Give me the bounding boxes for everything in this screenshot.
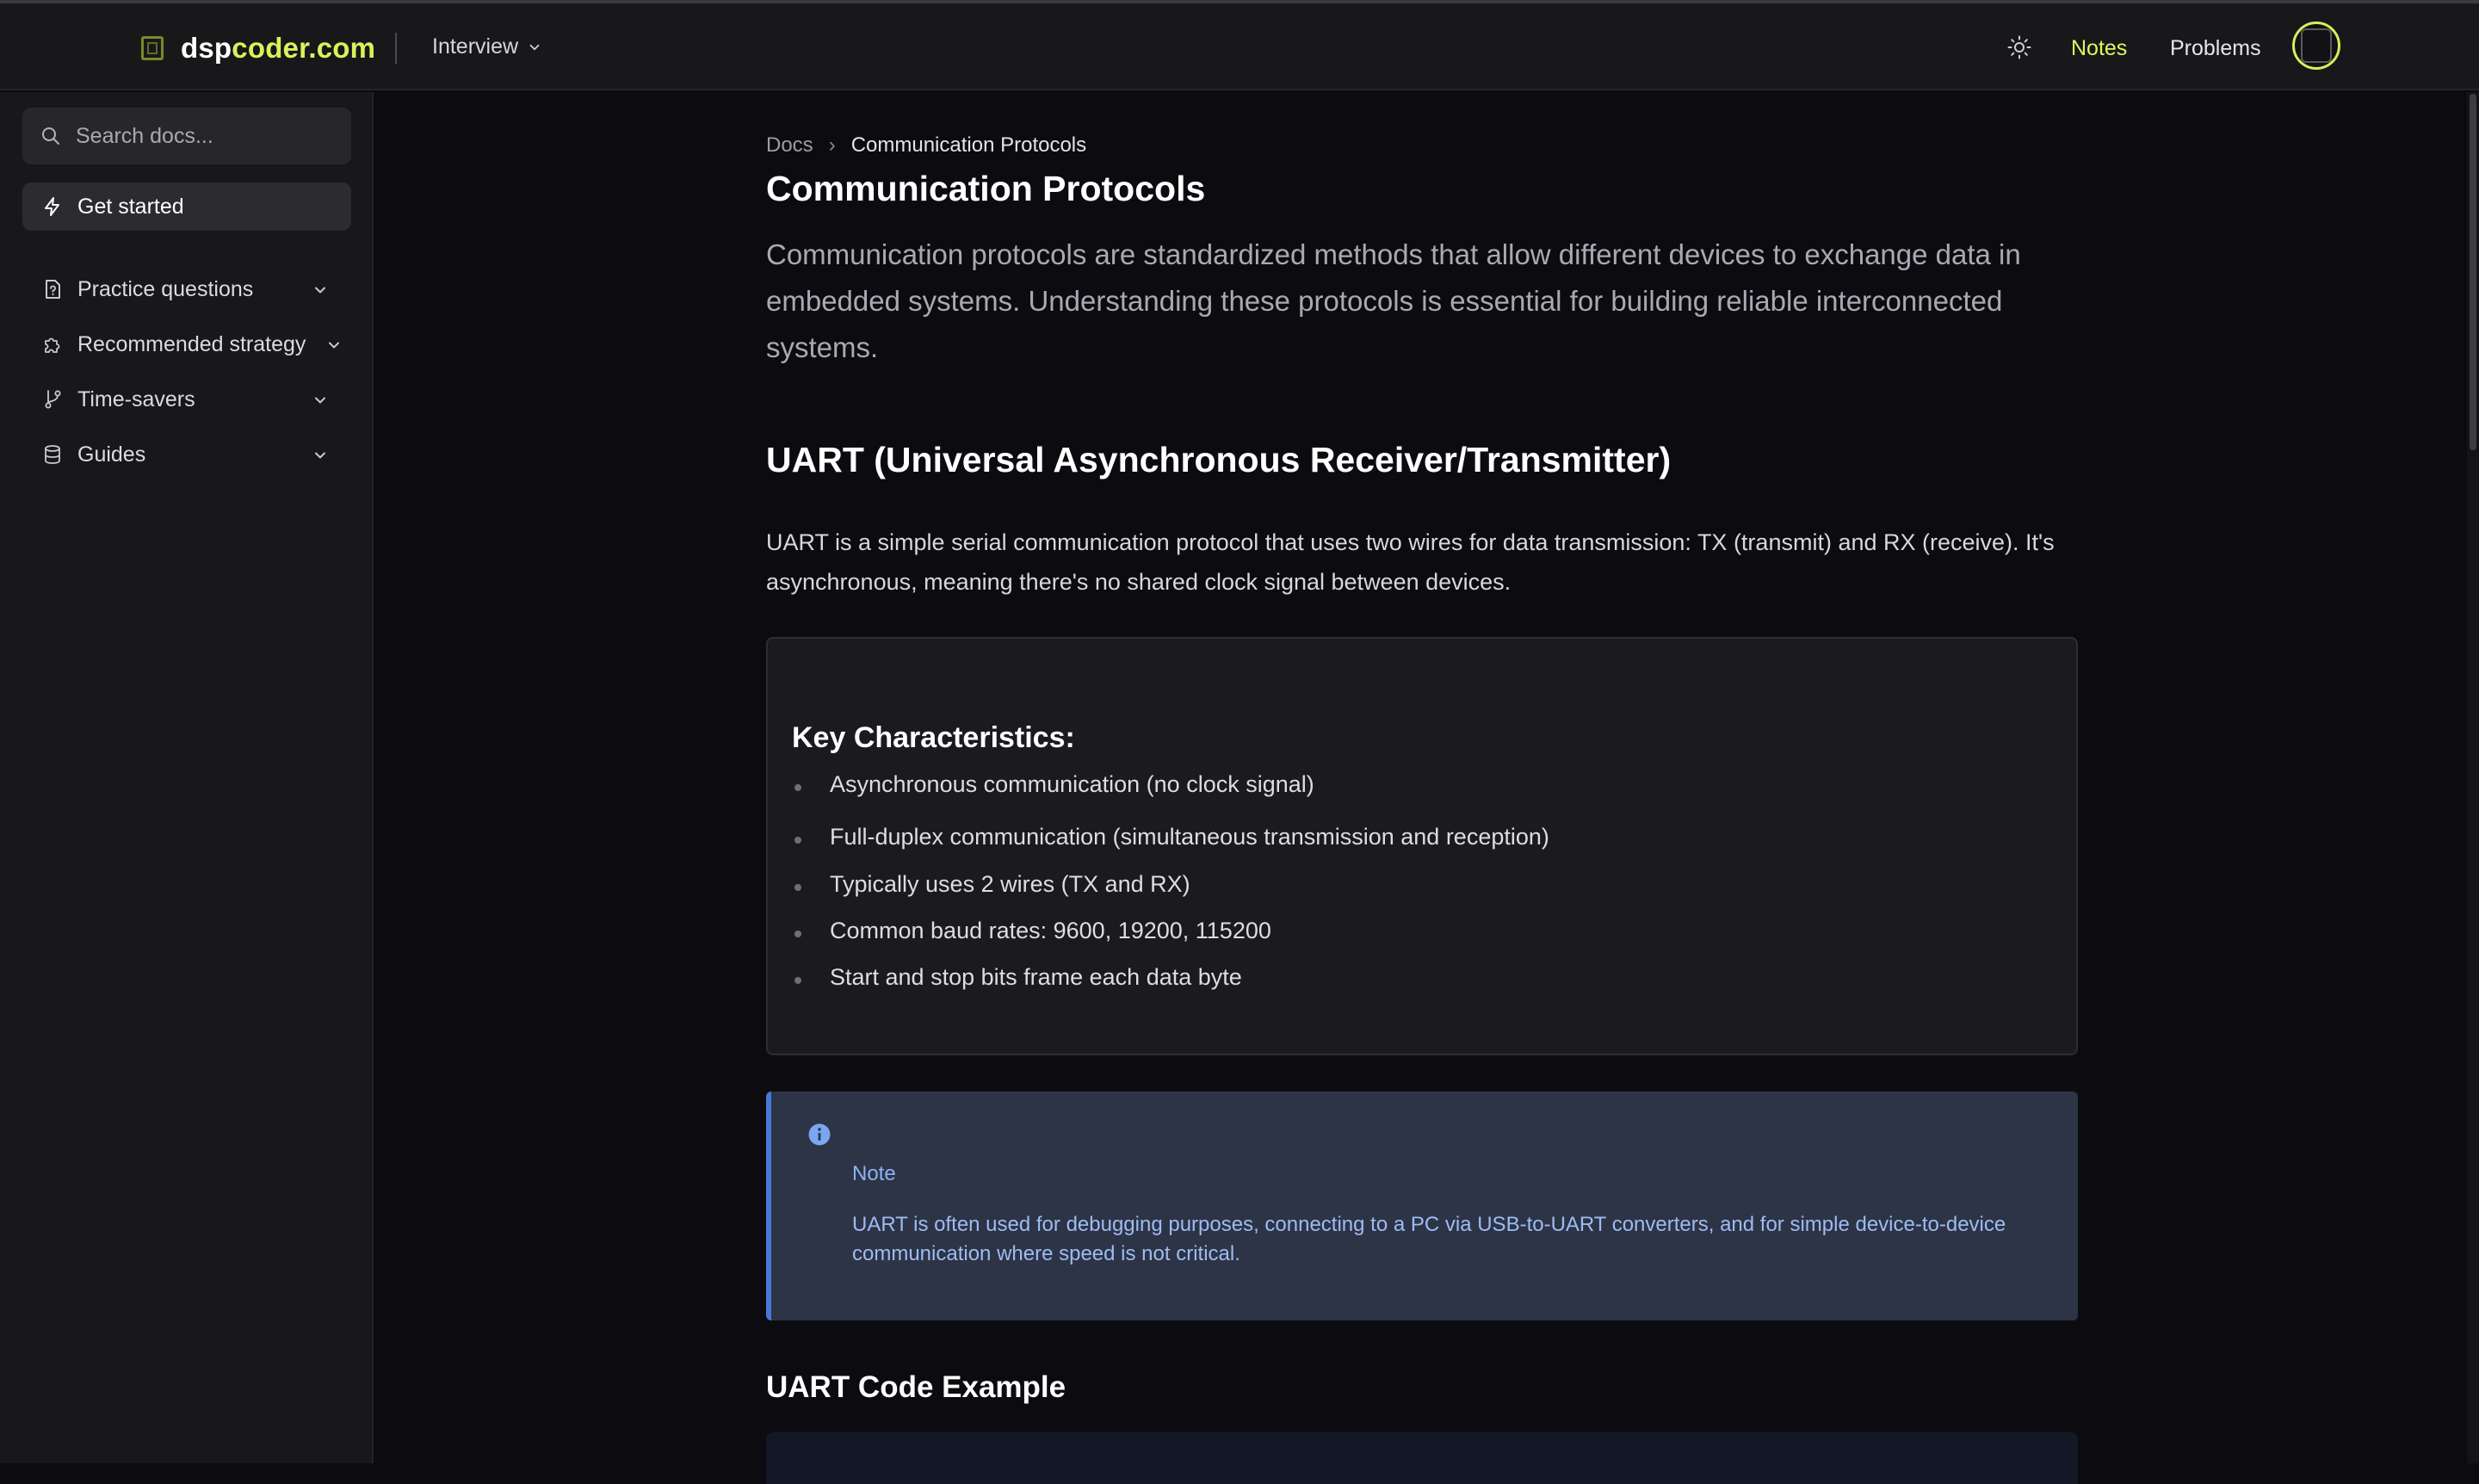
sidebar-item-get-started[interactable]: Get started <box>22 182 351 231</box>
interview-dropdown[interactable]: Interview <box>432 34 542 59</box>
chevron-down-icon <box>529 44 540 50</box>
user-avatar[interactable] <box>2292 22 2340 70</box>
logo-text-coder: coder.com <box>232 32 376 64</box>
lead-paragraph: Communication protocols are standardized… <box>766 238 2021 363</box>
search-box[interactable] <box>22 108 351 164</box>
uart-code-example-heading: UART Code Example <box>766 1370 1066 1404</box>
interview-label: Interview <box>432 34 519 59</box>
header-divider <box>395 33 397 64</box>
list-item: Full-duplex communication (simultaneous … <box>792 824 1549 850</box>
page-title: Communication Protocols <box>766 169 1206 208</box>
top-header: dspcoder.com Interview Notes Problems <box>0 3 2479 90</box>
sidebar: Get started Practice questions Recommend… <box>0 92 374 1463</box>
list-item: Typically uses 2 wires (TX and RX) <box>792 871 1190 898</box>
search-input[interactable] <box>76 123 334 149</box>
sidebar-item-guides[interactable]: Guides <box>22 430 351 479</box>
scrollbar-thumb[interactable] <box>2470 94 2476 450</box>
sidebar-item-label: Guides <box>77 442 146 467</box>
logo[interactable]: dspcoder.com <box>141 29 375 67</box>
chevron-down-icon <box>315 287 325 294</box>
note-callout: Note UART is often used for debugging pu… <box>766 1091 2078 1320</box>
file-question-icon <box>46 280 60 299</box>
list-item: Asynchronous communication (no clock sig… <box>792 771 1314 798</box>
theme-toggle-sun-icon[interactable] <box>2006 34 2032 60</box>
chevron-down-icon <box>315 452 325 459</box>
sidebar-item-time-savers[interactable]: Time-savers <box>22 375 351 424</box>
sidebar-item-label: Time-savers <box>77 386 195 411</box>
list-item: Start and stop bits frame each data byte <box>792 964 1242 991</box>
chevron-down-icon <box>329 342 339 349</box>
git-branch-icon <box>45 390 61 409</box>
nav-notes-link[interactable]: Notes <box>2071 36 2127 61</box>
logo-text: dspcoder.com <box>181 32 375 65</box>
sidebar-item-recommended-strategy[interactable]: Recommended strategy <box>22 320 351 368</box>
key-characteristics-card: Key Characteristics: Asynchronous commun… <box>766 637 2078 1055</box>
uart-heading: UART (Universal Asynchronous Receiver/Tr… <box>766 440 1672 479</box>
puzzle-icon <box>45 337 60 353</box>
logo-text-dsp: dsp <box>181 32 232 64</box>
lightning-icon <box>45 197 59 216</box>
breadcrumb: Docs › Communication Protocols <box>766 133 1086 158</box>
uart-paragraph: UART is a simple serial communication pr… <box>766 529 2055 595</box>
breadcrumb-separator: › <box>828 133 836 157</box>
breadcrumb-current: Communication Protocols <box>850 133 1087 157</box>
info-icon <box>808 1123 831 1146</box>
sidebar-item-label: Practice questions <box>77 276 254 301</box>
database-icon <box>45 445 60 464</box>
list-item: Common baud rates: 9600, 19200, 115200 <box>792 918 1271 944</box>
sidebar-item-practice-questions[interactable]: Practice questions <box>22 265 351 313</box>
breadcrumb-docs-link[interactable]: Docs <box>766 133 813 158</box>
key-characteristics-title: Key Characteristics: <box>792 721 1075 754</box>
sidebar-item-label: Get started <box>77 194 184 219</box>
note-label: Note <box>852 1162 896 1185</box>
page-scrollbar[interactable] <box>2467 92 2479 1463</box>
chip-icon <box>141 36 164 60</box>
chevron-down-icon <box>315 397 325 404</box>
avatar-placeholder-icon <box>2301 28 2332 63</box>
nav-problems-link[interactable]: Problems <box>2170 36 2261 61</box>
code-block <box>766 1432 2078 1484</box>
sidebar-item-label: Recommended strategy <box>77 331 306 356</box>
note-text: UART is often used for debugging purpose… <box>852 1213 2006 1265</box>
search-icon <box>42 127 59 145</box>
